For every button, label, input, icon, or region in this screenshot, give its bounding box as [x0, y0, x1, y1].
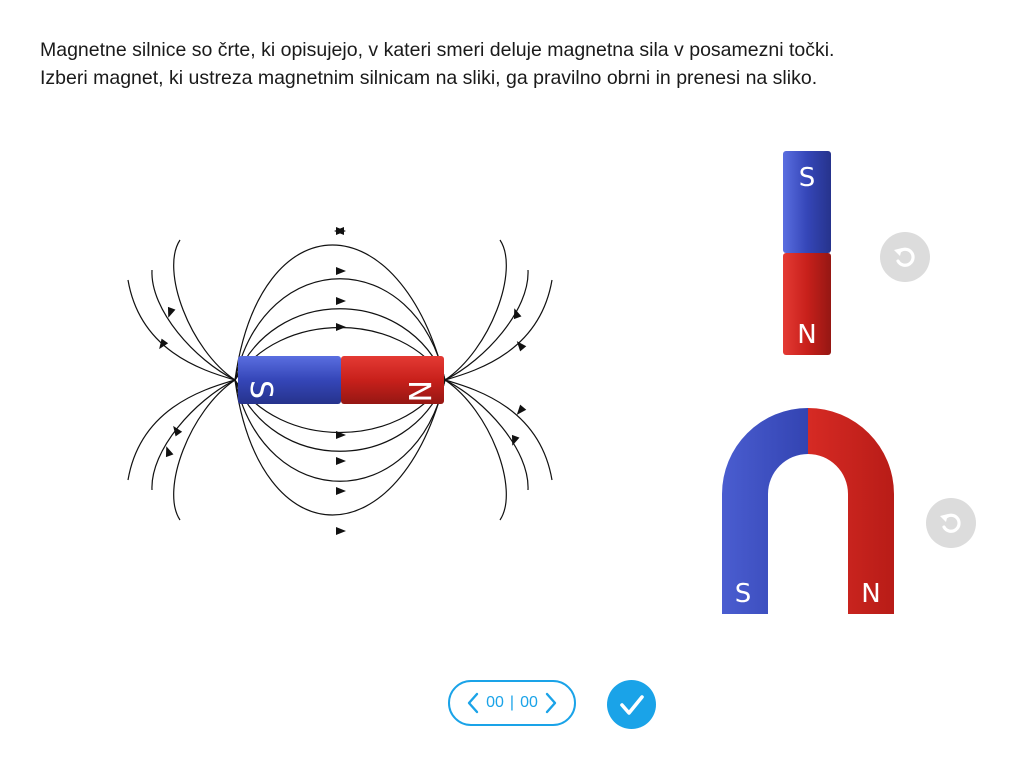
- instruction-line-2: Izberi magnet, ki ustreza magnetnim siln…: [40, 67, 818, 89]
- pager: 00 | 00: [448, 680, 576, 726]
- horseshoe-north-pole-label: N: [861, 579, 880, 609]
- magnetic-field-figure: S N: [127, 227, 553, 535]
- instructions: Magnetne silnice so črte, ki opisujejo, …: [40, 36, 1000, 92]
- chevron-left-icon: [467, 692, 479, 714]
- figure-south-pole-label: S: [243, 380, 278, 399]
- bar-south-pole-label: S: [799, 163, 816, 193]
- current-page: 00: [486, 694, 504, 711]
- rotate-horseshoe-magnet-button[interactable]: [926, 498, 976, 548]
- rotate-left-icon: [894, 247, 915, 267]
- pager-separator: |: [509, 694, 515, 711]
- check-icon: [619, 694, 644, 715]
- bar-north-pole-label: N: [797, 320, 816, 350]
- figure-bar-magnet: S N: [238, 356, 444, 404]
- check-answer-button[interactable]: [607, 680, 656, 729]
- total-pages: 00: [520, 694, 538, 711]
- horseshoe-south-pole-label: S: [735, 579, 752, 609]
- rotate-left-icon: [940, 513, 961, 533]
- rotate-bar-magnet-button[interactable]: [880, 232, 930, 282]
- figure-north-pole-label: N: [401, 380, 436, 402]
- draggable-horseshoe-magnet[interactable]: S N: [718, 404, 898, 618]
- draggable-bar-magnet[interactable]: S N: [780, 148, 836, 358]
- next-page-button[interactable]: [542, 692, 560, 714]
- instruction-line-1: Magnetne silnice so črte, ki opisujejo, …: [40, 39, 835, 61]
- chevron-right-icon: [545, 692, 557, 714]
- previous-page-button[interactable]: [464, 692, 482, 714]
